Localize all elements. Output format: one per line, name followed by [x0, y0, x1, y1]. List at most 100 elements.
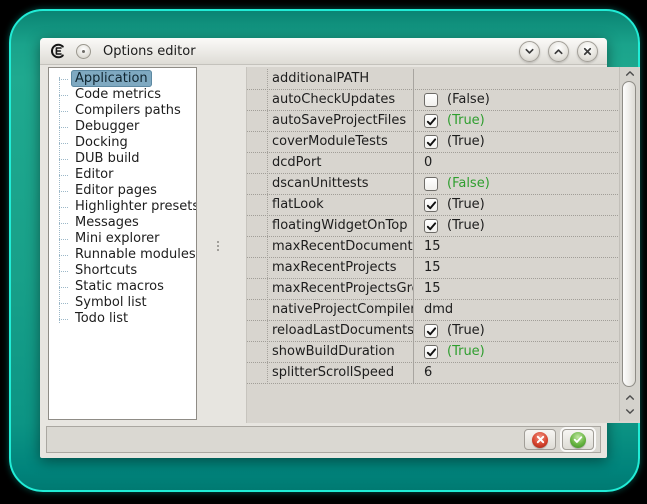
property-name: dscanUnittests [247, 174, 414, 194]
cancel-icon [532, 432, 548, 448]
sidebar-item-todo-list[interactable]: Todo list [49, 311, 196, 327]
scrollbar-thumb[interactable] [622, 81, 636, 387]
checkbox[interactable] [424, 177, 438, 191]
property-row-splitterScrollSpeed[interactable]: splitterScrollSpeed 6 [247, 363, 618, 384]
property-row-floatingWidgetOnTop[interactable]: floatingWidgetOnTop (True) [247, 216, 618, 237]
sidebar-item-messages[interactable]: Messages [49, 215, 196, 231]
sidebar-item-label: Highlighter presets [71, 198, 197, 215]
scroll-up-button-bottom[interactable] [620, 391, 639, 404]
sidebar-item-label: Mini explorer [71, 230, 164, 247]
titlebar[interactable]: Options editor [40, 38, 607, 65]
property-value: (True) [447, 342, 485, 362]
property-name: maxRecentDocuments [247, 237, 414, 257]
cancel-button[interactable] [524, 429, 556, 450]
property-row-additionalPATH[interactable]: additionalPATH [247, 69, 618, 90]
chevron-up-icon [625, 69, 635, 78]
property-name: maxRecentProjects [247, 258, 414, 278]
accept-button[interactable] [562, 429, 594, 450]
sidebar-item-code-metrics[interactable]: Code metrics [49, 87, 196, 103]
property-value-cell[interactable]: (True) [414, 195, 618, 215]
property-value-cell[interactable]: 0 [414, 153, 618, 173]
property-value-cell[interactable]: (True) [414, 342, 618, 362]
sidebar-item-symbol-list[interactable]: Symbol list [49, 295, 196, 311]
sidebar-item-debugger[interactable]: Debugger [49, 119, 196, 135]
property-value: dmd [424, 300, 453, 320]
sidebar-item-label: Runnable modules [71, 246, 197, 263]
sidebar-item-mini-explorer[interactable]: Mini explorer [49, 231, 196, 247]
property-value-cell[interactable]: (True) [414, 321, 618, 341]
sidebar-item-highlighter-presets[interactable]: Highlighter presets [49, 199, 196, 215]
property-value: 15 [424, 279, 441, 299]
sidebar-item-shortcuts[interactable]: Shortcuts [49, 263, 196, 279]
property-name: dcdPort [247, 153, 414, 173]
sidebar-item-label: Editor pages [71, 182, 161, 199]
property-row-maxRecentProjects[interactable]: maxRecentProjects 15 [247, 258, 618, 279]
sidebar-item-docking[interactable]: Docking [49, 135, 196, 151]
check-icon [426, 221, 437, 232]
checkbox[interactable] [424, 324, 438, 338]
scroll-down-button[interactable] [620, 405, 639, 418]
property-value-cell[interactable]: (False) [414, 174, 618, 194]
splitter-grip-icon [216, 239, 220, 253]
scroll-up-button[interactable] [620, 67, 639, 80]
titlebar-menu-button[interactable] [76, 44, 91, 59]
checkbox[interactable] [424, 198, 438, 212]
property-row-maxRecentProjectsGrou[interactable]: maxRecentProjectsGrou 15 [247, 279, 618, 300]
sidebar-item-label: Todo list [71, 310, 132, 327]
property-row-maxRecentDocuments[interactable]: maxRecentDocuments 15 [247, 237, 618, 258]
checkbox[interactable] [424, 93, 438, 107]
checkbox[interactable] [424, 114, 438, 128]
property-value-cell[interactable]: (False) [414, 90, 618, 110]
property-name: additionalPATH [247, 69, 414, 89]
category-tree: Application Code metrics Compilers paths… [48, 67, 197, 420]
vertical-scrollbar[interactable] [619, 67, 639, 421]
property-row-reloadLastDocuments[interactable]: reloadLastDocuments (True) [247, 321, 618, 342]
close-icon [582, 46, 593, 57]
property-value: (False) [447, 174, 490, 194]
close-button[interactable] [577, 41, 598, 62]
sidebar-item-label: Docking [71, 134, 132, 151]
sidebar-item-dub-build[interactable]: DUB build [49, 151, 196, 167]
check-icon [426, 200, 437, 211]
sidebar-item-label: DUB build [71, 150, 144, 167]
property-value-cell[interactable]: 15 [414, 237, 618, 257]
checkbox[interactable] [424, 219, 438, 233]
roll-down-button[interactable] [519, 41, 540, 62]
sidebar-item-runnable-modules[interactable]: Runnable modules [49, 247, 196, 263]
checkbox[interactable] [424, 345, 438, 359]
property-value-cell[interactable]: dmd [414, 300, 618, 320]
checkbox[interactable] [424, 135, 438, 149]
property-row-showBuildDuration[interactable]: showBuildDuration (True) [247, 342, 618, 363]
property-name: autoCheckUpdates [247, 90, 414, 110]
property-grid: additionalPATH autoCheckUpdates (False) … [246, 67, 640, 423]
property-row-nativeProjectCompiler[interactable]: nativeProjectCompiler dmd [247, 300, 618, 321]
property-value-cell[interactable]: 15 [414, 279, 618, 299]
property-value-cell[interactable]: (True) [414, 111, 618, 131]
property-row-dscanUnittests[interactable]: dscanUnittests (False) [247, 174, 618, 195]
panel-splitter[interactable] [197, 67, 246, 420]
property-row-dcdPort[interactable]: dcdPort 0 [247, 153, 618, 174]
property-value-cell[interactable] [414, 69, 618, 89]
roll-up-button[interactable] [548, 41, 569, 62]
property-value: (False) [447, 90, 490, 110]
sidebar-item-application[interactable]: Application [49, 71, 196, 87]
property-row-autoCheckUpdates[interactable]: autoCheckUpdates (False) [247, 90, 618, 111]
property-name: nativeProjectCompiler [247, 300, 414, 320]
sidebar-item-static-macros[interactable]: Static macros [49, 279, 196, 295]
sidebar-item-editor-pages[interactable]: Editor pages [49, 183, 196, 199]
chevron-up-icon [553, 46, 564, 57]
property-value-cell[interactable]: (True) [414, 216, 618, 236]
sidebar-item-editor[interactable]: Editor [49, 167, 196, 183]
property-value-cell[interactable]: (True) [414, 132, 618, 152]
sidebar-item-compilers-paths[interactable]: Compilers paths [49, 103, 196, 119]
property-row-coverModuleTests[interactable]: coverModuleTests (True) [247, 132, 618, 153]
check-icon [426, 116, 437, 127]
property-row-flatLook[interactable]: flatLook (True) [247, 195, 618, 216]
property-value: (True) [447, 216, 485, 236]
property-row-autoSaveProjectFiles[interactable]: autoSaveProjectFiles (True) [247, 111, 618, 132]
property-name: splitterScrollSpeed [247, 363, 414, 383]
property-value-cell[interactable]: 6 [414, 363, 618, 383]
property-value: 15 [424, 258, 441, 278]
property-value-cell[interactable]: 15 [414, 258, 618, 278]
options-editor-dialog: Options editor Application Code metrics … [40, 38, 607, 458]
